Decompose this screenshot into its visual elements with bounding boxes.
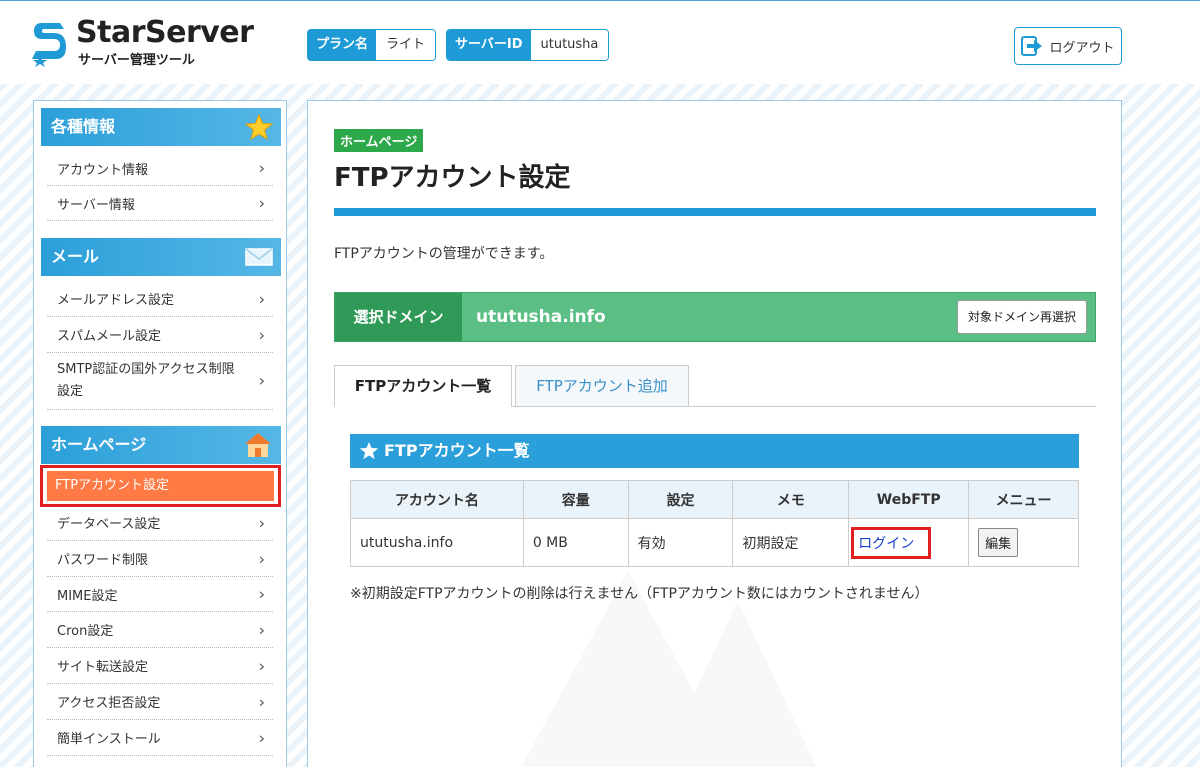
table-header-row: アカウント名 容量 設定 メモ WebFTP メニュー <box>350 480 1079 519</box>
top-header: StarServer サーバー管理ツール プラン名 ライト サーバーID utu… <box>0 0 1200 84</box>
sidebar-item-easy-install[interactable]: 簡単インストール › <box>47 720 273 756</box>
section-info-header: 各種情報 <box>41 108 281 146</box>
logout-button[interactable]: ログアウト <box>1014 27 1122 65</box>
main-panel: ホームページ FTPアカウント設定 FTPアカウントの管理ができます。 選択ドメ… <box>307 100 1122 767</box>
selected-domain-bar: 選択ドメイン ututusha.info 対象ドメイン再選択 <box>334 292 1096 342</box>
cell-account: ututusha.info <box>350 518 524 567</box>
sidebar-item-label: Cron設定 <box>57 624 114 639</box>
section-homepage-header: ホームページ <box>41 426 281 464</box>
chevron-right-icon: › <box>258 620 265 639</box>
selected-domain-label: 選択ドメイン <box>335 293 462 341</box>
reselect-domain-button[interactable]: 対象ドメイン再選択 <box>957 300 1087 334</box>
logo-title: StarServer <box>76 15 254 50</box>
server-id-badge: サーバーID ututusha <box>446 29 610 61</box>
sidebar-item-label: メールアドレス設定 <box>57 293 175 308</box>
sidebar-item-spam-mail[interactable]: スパムメール設定 › <box>47 317 273 353</box>
cell-memo: 初期設定 <box>732 518 850 567</box>
column-header-webftp: WebFTP <box>848 480 970 519</box>
edit-button[interactable]: 編集 <box>978 528 1019 557</box>
page-title: FTPアカウント設定 <box>334 163 571 193</box>
column-header-capacity: 容量 <box>522 480 629 519</box>
ftp-list-title: FTPアカウント一覧 <box>384 441 530 460</box>
mail-icon <box>245 248 273 266</box>
background-decoration <box>648 601 828 767</box>
sidebar-item-label: SMTP認証の国外アクセス制限 設定 <box>57 359 235 403</box>
server-id-label: サーバーID <box>447 30 531 60</box>
sidebar-item-label: データベース設定 <box>57 517 161 532</box>
sidebar-item-label-line1: SMTP認証の国外アクセス制限 <box>57 362 235 377</box>
logo-subtitle: サーバー管理ツール <box>78 53 195 68</box>
sidebar-item-label-line2: 設定 <box>57 384 84 399</box>
section-mail-header: メール <box>41 238 281 276</box>
chevron-right-icon: › <box>258 584 265 604</box>
webftp-login-highlight: ログイン <box>851 526 932 559</box>
sidebar-item-label: FTPアカウント設定 <box>47 471 274 501</box>
column-header-account: アカウント名 <box>350 480 524 519</box>
chevron-right-icon: › <box>258 692 265 711</box>
sidebar-item-label: アクセス拒否設定 <box>57 696 161 711</box>
tab-ftp-account-list[interactable]: FTPアカウント一覧 <box>334 365 512 407</box>
cell-setting: 有効 <box>627 518 734 567</box>
star-icon <box>359 441 379 460</box>
section-mail-title: メール <box>51 247 100 266</box>
sidebar-item-database[interactable]: データベース設定 › <box>47 505 273 541</box>
chevron-right-icon: › <box>258 193 265 213</box>
sidebar-item-label: スパムメール設定 <box>57 329 162 344</box>
sidebar-item-label: アカウント情報 <box>57 162 149 178</box>
cell-capacity: 0 MB <box>522 518 629 567</box>
selected-domain-value: ututusha.info <box>476 307 606 327</box>
plan-value: ライト <box>376 30 436 60</box>
chevron-right-icon: › <box>258 549 265 568</box>
chevron-right-icon: › <box>258 158 265 178</box>
ftp-list-header: FTPアカウント一覧 <box>350 434 1079 468</box>
table-row: ututusha.info 0 MB 有効 初期設定 ログイン 編集 <box>350 518 1079 567</box>
webftp-login-link[interactable]: ログイン <box>858 536 914 552</box>
deletion-note: ※初期設定FTPアカウントの削除は行えません（FTPアカウント数にはカウントされ… <box>350 586 929 602</box>
logout-label: ログアウト <box>1049 40 1115 56</box>
server-id-value: ututusha <box>530 30 609 60</box>
tab-bar: FTPアカウント一覧 FTPアカウント追加 <box>334 365 1096 407</box>
chevron-right-icon: › <box>258 513 265 532</box>
sidebar-item-access-deny[interactable]: アクセス拒否設定 › <box>47 684 273 720</box>
cell-webftp: ログイン <box>848 518 970 567</box>
breadcrumb: ホームページ <box>334 129 424 152</box>
sidebar-item-smtp-restriction[interactable]: SMTP認証の国外アクセス制限 設定 › <box>47 353 273 410</box>
sidebar-item-cron[interactable]: Cron設定 › <box>47 612 273 648</box>
sidebar-item-label: パスワード制限 <box>57 553 149 568</box>
sidebar: 各種情報 アカウント情報 › サーバー情報 › メール メールアドレス設定 › … <box>33 100 287 767</box>
column-header-setting: 設定 <box>627 480 734 519</box>
sidebar-item-account-info[interactable]: アカウント情報 › <box>47 151 273 186</box>
sidebar-item-label: MIME設定 <box>57 588 118 604</box>
column-header-menu: メニュー <box>968 480 1079 519</box>
sidebar-item-mime[interactable]: MIME設定 › <box>47 577 273 612</box>
sidebar-item-mail-address[interactable]: メールアドレス設定 › <box>47 281 273 317</box>
starserver-logo[interactable]: StarServer サーバー管理ツール <box>30 15 270 71</box>
chevron-right-icon: › <box>258 325 265 344</box>
house-icon <box>245 433 271 457</box>
column-header-memo: メモ <box>732 480 850 519</box>
chevron-right-icon: › <box>258 371 265 390</box>
sidebar-item-label: 簡単インストール <box>57 732 161 747</box>
sidebar-item-site-redirect[interactable]: サイト転送設定 › <box>47 648 273 684</box>
plan-label: プラン名 <box>308 30 377 60</box>
section-info-title: 各種情報 <box>51 117 116 136</box>
title-divider <box>334 208 1096 216</box>
chevron-right-icon: › <box>258 656 265 675</box>
tab-ftp-account-add[interactable]: FTPアカウント追加 <box>515 365 689 406</box>
logout-icon <box>1021 36 1043 56</box>
logo-mark-icon <box>32 23 66 67</box>
sidebar-item-label: サーバー情報 <box>57 197 135 213</box>
sidebar-item-ftp-account[interactable]: FTPアカウント設定 <box>40 465 281 507</box>
sidebar-item-server-info[interactable]: サーバー情報 › <box>47 186 273 221</box>
chevron-right-icon: › <box>258 289 265 308</box>
ftp-account-table: アカウント名 容量 設定 メモ WebFTP メニュー ututusha.inf… <box>350 480 1079 567</box>
cell-menu: 編集 <box>968 518 1079 567</box>
page-description: FTPアカウントの管理ができます。 <box>334 246 554 262</box>
sidebar-item-label: サイト転送設定 <box>57 660 149 675</box>
plan-badge: プラン名 ライト <box>307 29 437 61</box>
star-icon <box>245 114 273 140</box>
section-homepage-title: ホームページ <box>51 435 147 454</box>
chevron-right-icon: › <box>258 728 265 747</box>
sidebar-item-password-restriction[interactable]: パスワード制限 › <box>47 541 273 577</box>
